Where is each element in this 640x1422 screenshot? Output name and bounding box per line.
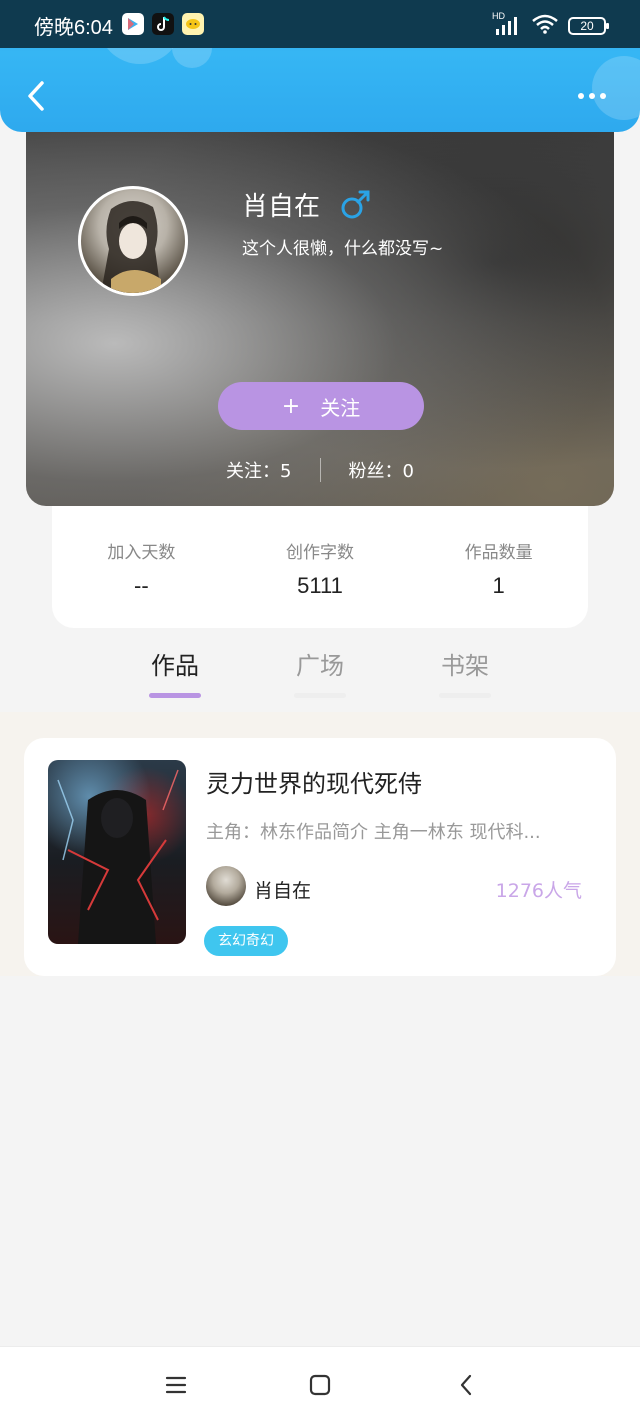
stats-panel: 加入天数 -- 创作字数 5111 作品数量 1 <box>52 506 588 628</box>
chevron-left-icon <box>460 1374 472 1396</box>
profile-card: 肖自在 这个人很懒，什么都没写~ + 关注 关注：5 粉丝：0 <box>26 100 614 506</box>
avatar[interactable] <box>78 186 188 296</box>
divider <box>319 458 321 482</box>
follow-button-label: 关注 <box>320 395 361 420</box>
tab-indicator <box>439 693 491 698</box>
plus-icon: + <box>281 393 301 419</box>
back-button[interactable] <box>20 78 52 114</box>
menu-icon <box>165 1376 187 1394</box>
home-square-icon <box>309 1374 331 1396</box>
status-bar: 傍晚6:04 HD 20 <box>0 0 640 48</box>
tab-label: 作品 <box>151 652 199 680</box>
tab-label: 书架 <box>441 652 489 680</box>
stat-label: 作品数量 <box>464 543 533 563</box>
more-dots-icon <box>589 93 595 99</box>
male-icon <box>338 186 374 222</box>
stat-works-count: 作品数量 1 <box>409 506 588 628</box>
tiktok-icon <box>152 13 174 35</box>
header-bar: 傍晚6:04 HD 20 <box>0 0 640 132</box>
work-description: 主角：林东作品简介 主角一林东 现代科... <box>206 822 541 843</box>
profile-bio: 这个人很懒，什么都没写~ <box>242 239 444 259</box>
tab-label: 广场 <box>296 652 344 680</box>
nav-back-button[interactable] <box>452 1371 480 1399</box>
status-time: 傍晚6:04 <box>34 17 113 39</box>
chevron-left-icon <box>28 81 44 111</box>
follow-counts: 关注：5 粉丝：0 <box>26 452 614 488</box>
stat-label: 创作字数 <box>286 543 354 563</box>
signal-icon: HD <box>492 11 522 37</box>
work-title[interactable]: 灵力世界的现代死侍 <box>206 764 422 799</box>
tab-bookshelf[interactable]: 书架 <box>425 646 505 698</box>
author-name: 肖自在 <box>254 880 312 902</box>
author-avatar[interactable] <box>206 866 246 906</box>
status-right: HD 20 <box>492 11 609 38</box>
menu-button[interactable] <box>162 1371 190 1399</box>
tab-indicator <box>294 693 346 698</box>
play-store-icon <box>122 13 144 35</box>
tab-square[interactable]: 广场 <box>280 646 360 698</box>
chat-app-icon <box>182 13 204 35</box>
system-nav-bar <box>0 1346 640 1422</box>
tab-indicator <box>149 693 201 698</box>
more-button[interactable] <box>574 84 610 108</box>
follow-button[interactable]: + 关注 <box>218 382 424 430</box>
book-cover[interactable] <box>48 760 186 944</box>
wifi-icon <box>532 14 558 38</box>
stat-word-count: 创作字数 5111 <box>231 506 410 628</box>
stat-label: 加入天数 <box>107 543 176 563</box>
more-dots-icon <box>600 93 606 99</box>
stat-value: 1 <box>492 573 505 598</box>
profile-name: 肖自在 <box>242 192 321 222</box>
stat-value: 5111 <box>297 573 343 598</box>
battery-icon: 20 <box>568 17 609 35</box>
popularity-count: 1276人气 <box>495 880 582 902</box>
more-dots-icon <box>578 93 584 99</box>
followers-count[interactable]: 粉丝：0 <box>349 457 414 483</box>
tab-works[interactable]: 作品 <box>135 646 215 698</box>
work-card[interactable]: 灵力世界的现代死侍 主角：林东作品简介 主角一林东 现代科... 肖自在 127… <box>24 738 616 976</box>
genre-tag[interactable]: 玄幻奇幻 <box>204 926 288 956</box>
stat-join-days: 加入天数 -- <box>52 506 231 628</box>
tab-bar: 作品 广场 书架 <box>0 640 640 710</box>
home-button[interactable] <box>306 1371 334 1399</box>
stat-value: -- <box>134 573 149 598</box>
following-count[interactable]: 关注：5 <box>226 457 291 483</box>
